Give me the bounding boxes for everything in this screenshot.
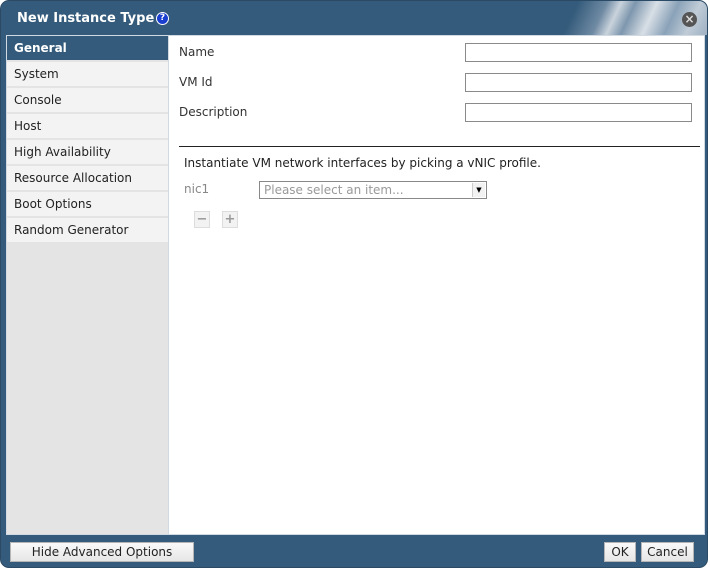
vnic-profile-placeholder: Please select an item... (264, 183, 404, 197)
help-icon[interactable]: ? (156, 12, 169, 25)
name-label: Name (179, 45, 215, 59)
chevron-down-icon[interactable]: ▼ (472, 183, 485, 197)
description-label: Description (179, 105, 248, 119)
close-icon[interactable]: × (682, 12, 697, 27)
dialog-header: New Instance Type ? × (1, 1, 707, 35)
ok-button[interactable]: OK (604, 542, 636, 562)
name-input[interactable] (465, 43, 692, 62)
sidebar-item-host[interactable]: Host (7, 114, 168, 140)
sidebar-item-high-availability[interactable]: High Availability (7, 140, 168, 166)
vnic-profile-select[interactable]: Please select an item... ▼ (259, 181, 487, 199)
sidebar-item-random-generator[interactable]: Random Generator (7, 218, 168, 244)
sidebar-item-boot-options[interactable]: Boot Options (7, 192, 168, 218)
vm-id-input[interactable] (465, 73, 692, 92)
general-panel: Name VM Id Description Instantiate VM ne… (169, 36, 704, 534)
nic1-label: nic1 (184, 182, 210, 196)
hide-advanced-options-button[interactable]: Hide Advanced Options (10, 542, 194, 562)
sidebar-item-general[interactable]: General (7, 36, 168, 62)
add-nic-button[interactable]: + (222, 211, 238, 228)
cancel-button[interactable]: Cancel (641, 542, 694, 562)
dialog-body: General System Console Host High Availab… (6, 35, 705, 535)
dialog-title: New Instance Type (17, 11, 155, 26)
sidebar-item-system[interactable]: System (7, 62, 168, 88)
remove-nic-button[interactable]: − (194, 211, 210, 228)
sidebar-item-console[interactable]: Console (7, 88, 168, 114)
network-instructions: Instantiate VM network interfaces by pic… (184, 156, 541, 170)
sidebar: General System Console Host High Availab… (7, 36, 169, 534)
new-instance-type-dialog: New Instance Type ? × General System Con… (0, 0, 708, 568)
vm-id-label: VM Id (179, 75, 213, 89)
description-input[interactable] (465, 103, 692, 122)
sidebar-item-resource-allocation[interactable]: Resource Allocation (7, 166, 168, 192)
section-divider (179, 146, 700, 147)
